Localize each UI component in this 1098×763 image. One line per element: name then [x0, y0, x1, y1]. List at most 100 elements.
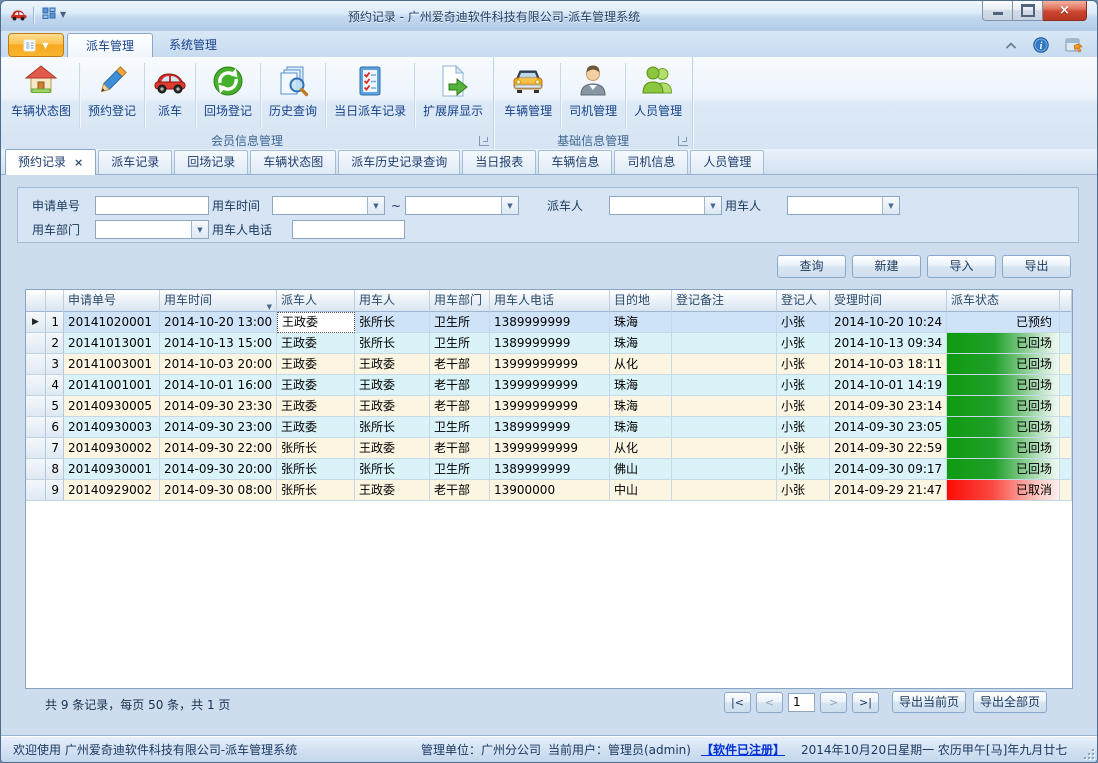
cell-受理时间[interactable]: 2014-10-01 14:19: [830, 375, 947, 396]
cell-用车部门[interactable]: 卫生所: [430, 417, 490, 438]
cell-派车状态[interactable]: 已预约: [947, 312, 1060, 333]
doc-tab-司机信息[interactable]: 司机信息: [614, 150, 688, 174]
cell-用车人电话[interactable]: 1389999999: [490, 417, 610, 438]
cell-登记备注[interactable]: [672, 375, 777, 396]
cell-用车时间[interactable]: 2014-09-30 08:00: [160, 480, 277, 501]
close-button[interactable]: ×: [1043, 1, 1087, 21]
column-header-登记人[interactable]: 登记人: [777, 290, 830, 312]
doc-tab-车辆状态图[interactable]: 车辆状态图: [250, 150, 336, 174]
cell-派车人[interactable]: 王政委: [277, 417, 355, 438]
column-header-派车状态[interactable]: 派车状态: [947, 290, 1060, 312]
cell-受理时间[interactable]: 2014-09-30 23:05: [830, 417, 947, 438]
cell-登记人[interactable]: 小张: [777, 480, 830, 501]
cell-用车部门[interactable]: 卫生所: [430, 312, 490, 333]
cell-用车人[interactable]: 张所长: [355, 417, 430, 438]
cell-受理时间[interactable]: 2014-10-03 18:11: [830, 354, 947, 375]
cell-用车人电话[interactable]: 1389999999: [490, 312, 610, 333]
cell-用车部门[interactable]: 卫生所: [430, 459, 490, 480]
cell-目的地[interactable]: 珠海: [610, 333, 672, 354]
cell-用车时间[interactable]: 2014-10-13 15:00: [160, 333, 277, 354]
import-button[interactable]: 导入: [927, 255, 996, 278]
cell-用车时间[interactable]: 2014-09-30 23:30: [160, 396, 277, 417]
doc-tab-派车历史记录查询[interactable]: 派车历史记录查询: [338, 150, 460, 174]
table-row[interactable]: 4201410010012014-10-01 16:00王政委王政委老干部139…: [26, 375, 1072, 396]
cell-用车人[interactable]: 张所长: [355, 333, 430, 354]
cell-用车人[interactable]: 王政委: [355, 480, 430, 501]
resize-grip-icon[interactable]: [1082, 747, 1094, 759]
cell-派车状态[interactable]: 已回场: [947, 354, 1060, 375]
cell-用车时间[interactable]: 2014-09-30 20:00: [160, 459, 277, 480]
cell-派车人[interactable]: 张所长: [277, 480, 355, 501]
cell-用车部门[interactable]: 老干部: [430, 396, 490, 417]
cell-用车人[interactable]: 王政委: [355, 396, 430, 417]
cell-派车人[interactable]: 王政委: [277, 375, 355, 396]
collapse-ribbon-icon[interactable]: [1005, 42, 1017, 49]
cell-受理时间[interactable]: 2014-09-30 23:14: [830, 396, 947, 417]
cell-目的地[interactable]: 从化: [610, 438, 672, 459]
cell-用车部门[interactable]: 老干部: [430, 480, 490, 501]
use-time-from-combo[interactable]: ▼: [272, 196, 385, 215]
cell-用车部门[interactable]: 卫生所: [430, 333, 490, 354]
cell-目的地[interactable]: 佛山: [610, 459, 672, 480]
column-header-派车人[interactable]: 派车人: [277, 290, 355, 312]
cell-用车人电话[interactable]: 13900000: [490, 480, 610, 501]
ribbon-button-return-register[interactable]: 回场登记: [196, 59, 260, 132]
dispatcher-combo[interactable]: ▼: [609, 196, 722, 215]
cell-用车人电话[interactable]: 13999999999: [490, 396, 610, 417]
maximize-button[interactable]: [1013, 1, 1043, 21]
cell-用车时间[interactable]: 2014-10-01 16:00: [160, 375, 277, 396]
cell-用车时间[interactable]: 2014-09-30 23:00: [160, 417, 277, 438]
cell-用车人电话[interactable]: 13999999999: [490, 354, 610, 375]
cell-派车人[interactable]: 王政委: [277, 354, 355, 375]
table-row[interactable]: 9201409290022014-09-30 08:00张所长王政委老干部139…: [26, 480, 1072, 501]
cell-用车人电话[interactable]: 13999999999: [490, 438, 610, 459]
prev-page-button[interactable]: <: [756, 692, 783, 713]
doc-tab-当日报表[interactable]: 当日报表: [462, 150, 536, 174]
cell-登记备注[interactable]: [672, 312, 777, 333]
query-button[interactable]: 查询: [777, 255, 846, 278]
chevron-down-icon[interactable]: ▼: [882, 197, 899, 214]
table-row[interactable]: ▶1201410200012014-10-20 13:00王政委张所长卫生所13…: [26, 312, 1072, 333]
info-icon[interactable]: i: [1033, 37, 1049, 53]
new-button[interactable]: 新建: [852, 255, 921, 278]
cell-用车部门[interactable]: 老干部: [430, 438, 490, 459]
first-page-button[interactable]: |<: [724, 692, 751, 713]
cell-登记人[interactable]: 小张: [777, 333, 830, 354]
cell-申请单号[interactable]: 20141020001: [64, 312, 160, 333]
cell-用车人[interactable]: 王政委: [355, 438, 430, 459]
column-header-登记备注[interactable]: 登记备注: [672, 290, 777, 312]
cell-申请单号[interactable]: 20141013001: [64, 333, 160, 354]
page-number-input[interactable]: [788, 693, 815, 712]
cell-登记人[interactable]: 小张: [777, 375, 830, 396]
column-header-受理时间[interactable]: 受理时间: [830, 290, 947, 312]
cell-登记备注[interactable]: [672, 333, 777, 354]
cell-用车部门[interactable]: 老干部: [430, 375, 490, 396]
cell-登记人[interactable]: 小张: [777, 396, 830, 417]
minimize-button[interactable]: [982, 1, 1013, 21]
column-header-用车人电话[interactable]: 用车人电话: [490, 290, 610, 312]
cell-用车人电话[interactable]: 1389999999: [490, 333, 610, 354]
cell-用车人电话[interactable]: 13999999999: [490, 375, 610, 396]
doc-tab-派车记录[interactable]: 派车记录: [98, 150, 172, 174]
column-header-用车人[interactable]: 用车人: [355, 290, 430, 312]
ribbon-button-driver-management[interactable]: 司机管理: [561, 59, 625, 132]
cell-登记备注[interactable]: [672, 480, 777, 501]
cell-申请单号[interactable]: 20140929002: [64, 480, 160, 501]
cell-用车人[interactable]: 王政委: [355, 375, 430, 396]
cell-派车状态[interactable]: 已回场: [947, 417, 1060, 438]
ribbon-button-vehicle-management[interactable]: 车辆管理: [496, 59, 560, 132]
cell-目的地[interactable]: 珠海: [610, 417, 672, 438]
cell-用车人电话[interactable]: 1389999999: [490, 459, 610, 480]
cell-派车状态[interactable]: 已回场: [947, 333, 1060, 354]
cell-申请单号[interactable]: 20140930001: [64, 459, 160, 480]
cell-申请单号[interactable]: 20140930005: [64, 396, 160, 417]
cell-派车人[interactable]: 王政委: [277, 396, 355, 417]
application-menu-button[interactable]: ▼: [8, 33, 64, 57]
cell-派车人[interactable]: 王政委: [277, 312, 355, 333]
dialog-launcher-icon[interactable]: [678, 136, 688, 146]
table-row[interactable]: 8201409300012014-09-30 20:00张所长张所长卫生所138…: [26, 459, 1072, 480]
column-header-申请单号[interactable]: 申请单号: [64, 290, 160, 312]
cell-派车人[interactable]: 张所长: [277, 459, 355, 480]
cell-申请单号[interactable]: 20140930002: [64, 438, 160, 459]
export-button[interactable]: 导出: [1002, 255, 1071, 278]
